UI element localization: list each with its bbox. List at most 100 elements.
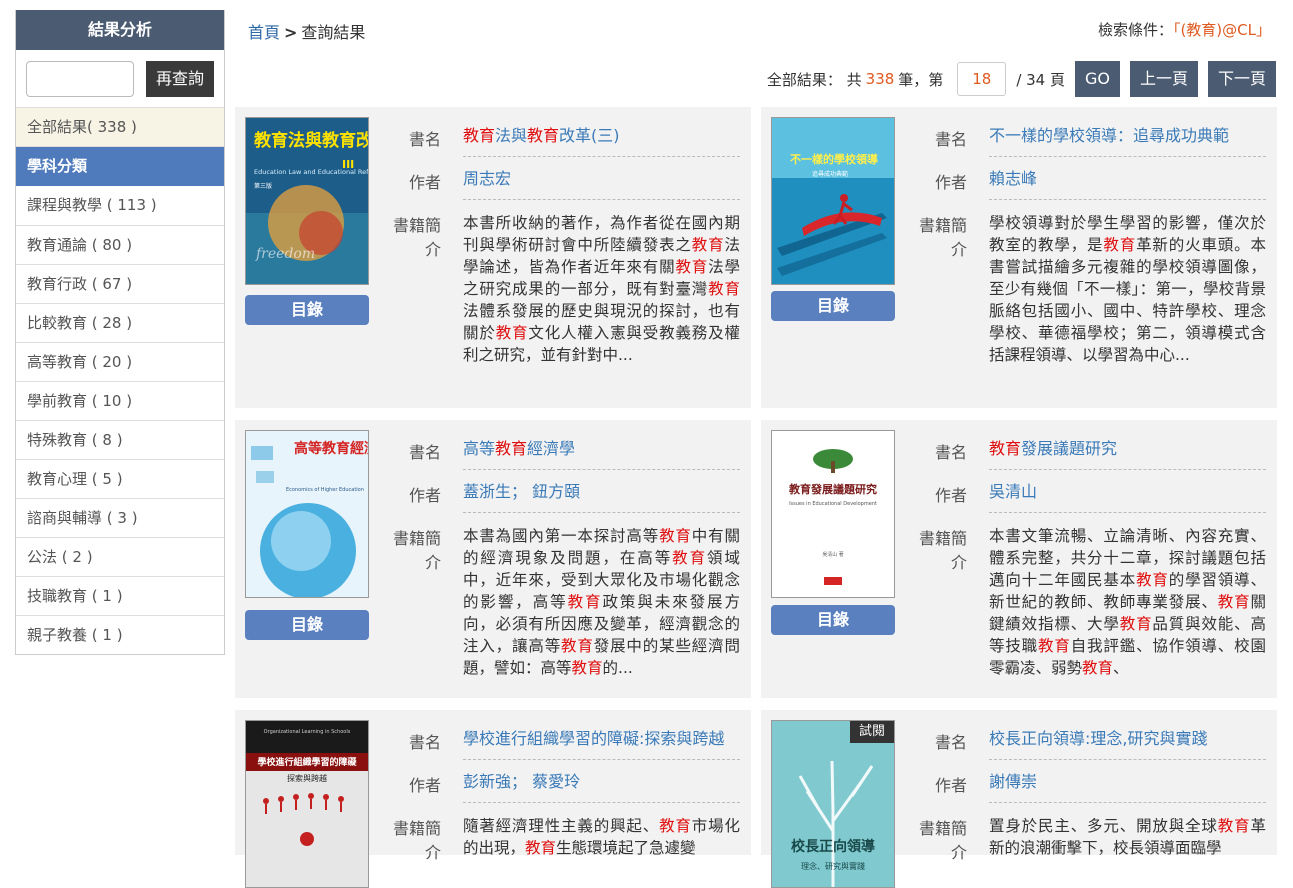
- book-title-link[interactable]: 教育法與教育改革(三): [463, 124, 740, 157]
- keyword-highlight: 教育: [1082, 659, 1114, 677]
- text-segment: 的...: [602, 659, 633, 677]
- sidebar-category-item[interactable]: 比較教育 ( 28 ): [16, 303, 224, 342]
- sidebar-search: 再查詢: [16, 50, 224, 108]
- cover-subtitle: Economics of Higher Education: [286, 487, 364, 493]
- prev-page-button[interactable]: 上一頁: [1130, 61, 1198, 97]
- intro-label: 書籍簡介: [392, 529, 441, 572]
- keyword-highlight: 教育: [989, 439, 1022, 458]
- book-cover-image[interactable]: Organizational Learning in Schools 學校進行組…: [245, 720, 369, 888]
- book-author-link[interactable]: 周志宏: [463, 167, 740, 200]
- go-button[interactable]: GO: [1075, 61, 1120, 97]
- sidebar-category-item[interactable]: 公法 ( 2 ): [16, 537, 224, 576]
- book-author-link[interactable]: 彭新強； 蔡愛玲: [463, 770, 740, 803]
- intro-label: 書籍簡介: [392, 819, 441, 862]
- sidebar-category-item[interactable]: 教育心理 ( 5 ): [16, 459, 224, 498]
- cover-subtitle: Issues in Educational Development: [789, 501, 877, 507]
- cover-title: 不一樣的學校領導: [790, 152, 878, 166]
- text-segment: 、: [1113, 659, 1129, 677]
- research-input[interactable]: [26, 60, 134, 97]
- book-title-link[interactable]: 教育發展議題研究: [989, 437, 1266, 470]
- text-segment: 校長正向領導:理念,研究與實踐: [989, 729, 1208, 748]
- search-condition-label: 檢索條件：: [1097, 21, 1173, 39]
- book-cover-image[interactable]: 教育法與教育改革 Education Law and Educational R…: [245, 117, 369, 285]
- sidebar-category-item[interactable]: 教育行政 ( 67 ): [16, 264, 224, 303]
- sidebar-category-item[interactable]: 親子教養 ( 1 ): [16, 615, 224, 654]
- book-author-link[interactable]: 謝傳崇: [989, 770, 1266, 803]
- book-title-link[interactable]: 高等教育經濟學: [463, 437, 740, 470]
- text-segment: 經濟學: [527, 439, 576, 458]
- keyword-highlight: 教育: [463, 126, 496, 145]
- toc-button[interactable]: 目錄: [771, 605, 895, 635]
- book-cover-image[interactable]: 高等教育經濟學 Economics of Higher Education: [245, 430, 369, 598]
- book-cover-image[interactable]: 不一樣的學校領導 追尋成功典範: [771, 117, 895, 285]
- title-label: 書名: [408, 733, 441, 752]
- breadcrumb-home-link[interactable]: 首頁: [248, 23, 280, 42]
- book-intro: 隨著經濟理性主義的興起、教育市場化的出現，教育生態環境起了急遽變: [463, 815, 740, 875]
- sidebar-category-item[interactable]: 教育通論 ( 80 ): [16, 225, 224, 264]
- keyword-highlight: 教育: [1217, 593, 1251, 611]
- sidebar-category-item[interactable]: 技職教育 ( 1 ): [16, 576, 224, 615]
- sidebar-item-all-results[interactable]: 全部結果( 338 ): [16, 108, 224, 147]
- book-title-link[interactable]: 不一樣的學校領導：追尋成功典範: [989, 124, 1266, 157]
- text-segment: 本書為國內第一本探討高等: [463, 527, 660, 545]
- keyword-highlight: 教育: [495, 439, 528, 458]
- intro-label: 書籍簡介: [918, 819, 967, 862]
- keyword-highlight: 教育: [675, 258, 709, 276]
- next-page-button[interactable]: 下一頁: [1208, 61, 1276, 97]
- keyword-highlight: 教育: [672, 549, 708, 567]
- title-label: 書名: [408, 443, 441, 462]
- text-segment: 不一樣的學校領導：追尋成功典範: [989, 126, 1230, 145]
- book-intro: 置身於民主、多元、開放與全球教育革新的浪潮衝擊下，校長領導面臨學: [989, 815, 1266, 875]
- book-cover-image[interactable]: 教育發展議題研究 Issues in Educational Developme…: [771, 430, 895, 598]
- keyword-highlight: 教育: [1038, 637, 1071, 655]
- category-list: 課程與教學 ( 113 ) 教育通論 ( 80 ) 教育行政 ( 67 ) 比較教育 …: [16, 186, 224, 654]
- book-author-link[interactable]: 蓋浙生； 鈕方頤: [463, 480, 740, 513]
- toc-button[interactable]: 目錄: [245, 295, 369, 325]
- title-label: 書名: [408, 130, 441, 149]
- category-header: 學科分類: [16, 147, 224, 186]
- keyword-highlight: 教育: [561, 637, 594, 655]
- text-segment: 置身於民主、多元、開放與全球: [989, 817, 1218, 835]
- keyword-highlight: 教育: [659, 527, 692, 545]
- sidebar-category-item[interactable]: 特殊教育 ( 8 ): [16, 420, 224, 459]
- keyword-highlight: 教育: [1217, 817, 1251, 835]
- author-label: 作者: [408, 486, 441, 505]
- toc-button[interactable]: 目錄: [771, 291, 895, 321]
- book-author-link[interactable]: 吳清山: [989, 480, 1266, 513]
- book-intro: 本書所收納的著作，為作者從在國內期刊與學術研討會中所陸續發表之教育法學論述，皆為…: [463, 212, 740, 387]
- cover-author: 吳清山 著: [822, 551, 844, 558]
- keyword-highlight: 教育: [1119, 615, 1153, 633]
- sidebar-category-item[interactable]: 課程與教學 ( 113 ): [16, 186, 224, 225]
- cover-en: Organizational Learning in Schools: [264, 729, 351, 735]
- breadcrumb: 首頁 > 查詢結果: [248, 19, 365, 43]
- text-segment: 法與: [495, 126, 528, 145]
- cover-subtitle: 理念、研究與實踐: [801, 861, 865, 871]
- book-intro: 學校領導對於學生學習的影響，僅次於教室的教學，是教育革新的火車頭。本書嘗試描繪多…: [989, 212, 1266, 387]
- breadcrumb-current: 查詢結果: [301, 23, 366, 42]
- keyword-highlight: 教育: [525, 839, 557, 857]
- cover-title: 學校進行組織學習的障礙: [257, 756, 357, 768]
- sidebar-category-item[interactable]: 學前教育 ( 10 ): [16, 381, 224, 420]
- cover-title: 高等教育經濟學: [294, 440, 368, 457]
- cover-title: 教育發展議題研究: [788, 482, 877, 496]
- sidebar-category-item[interactable]: 諮商與輔導 ( 3 ): [16, 498, 224, 537]
- search-condition-query: 「(教育)@CL」: [1172, 21, 1271, 39]
- page-number-input[interactable]: 18: [957, 62, 1007, 96]
- author-label: 作者: [934, 776, 967, 795]
- book-author-link[interactable]: 賴志峰: [989, 167, 1266, 200]
- preview-badge[interactable]: 試閱: [850, 721, 894, 743]
- title-label: 書名: [934, 130, 967, 149]
- sidebar-category-item[interactable]: 高等教育 ( 20 ): [16, 342, 224, 381]
- book-title-link[interactable]: 學校進行組織學習的障礙:探索與跨越: [463, 727, 740, 760]
- book-title-link[interactable]: 校長正向領導:理念,研究與實踐: [989, 727, 1266, 760]
- cover-title: 校長正向領導: [791, 838, 875, 855]
- book-card: 不一樣的學校領導 追尋成功典範 目錄 書名 作者 書籍簡介 不一樣的學校領導：追尋成功典…: [761, 107, 1277, 408]
- keyword-highlight: 教育: [659, 817, 692, 835]
- search-condition: 檢索條件：「(教育)@CL」: [1098, 19, 1271, 40]
- toc-button[interactable]: 目錄: [245, 610, 369, 640]
- book-cover-image[interactable]: 校長正向領導 理念、研究與實踐 試閱: [771, 720, 895, 888]
- keyword-highlight: 教育: [691, 236, 725, 254]
- research-button[interactable]: 再查詢: [146, 60, 214, 97]
- keyword-highlight: 教育: [495, 324, 529, 342]
- text-segment: 學校進行組織學習的障礙:探索與跨越: [463, 729, 725, 748]
